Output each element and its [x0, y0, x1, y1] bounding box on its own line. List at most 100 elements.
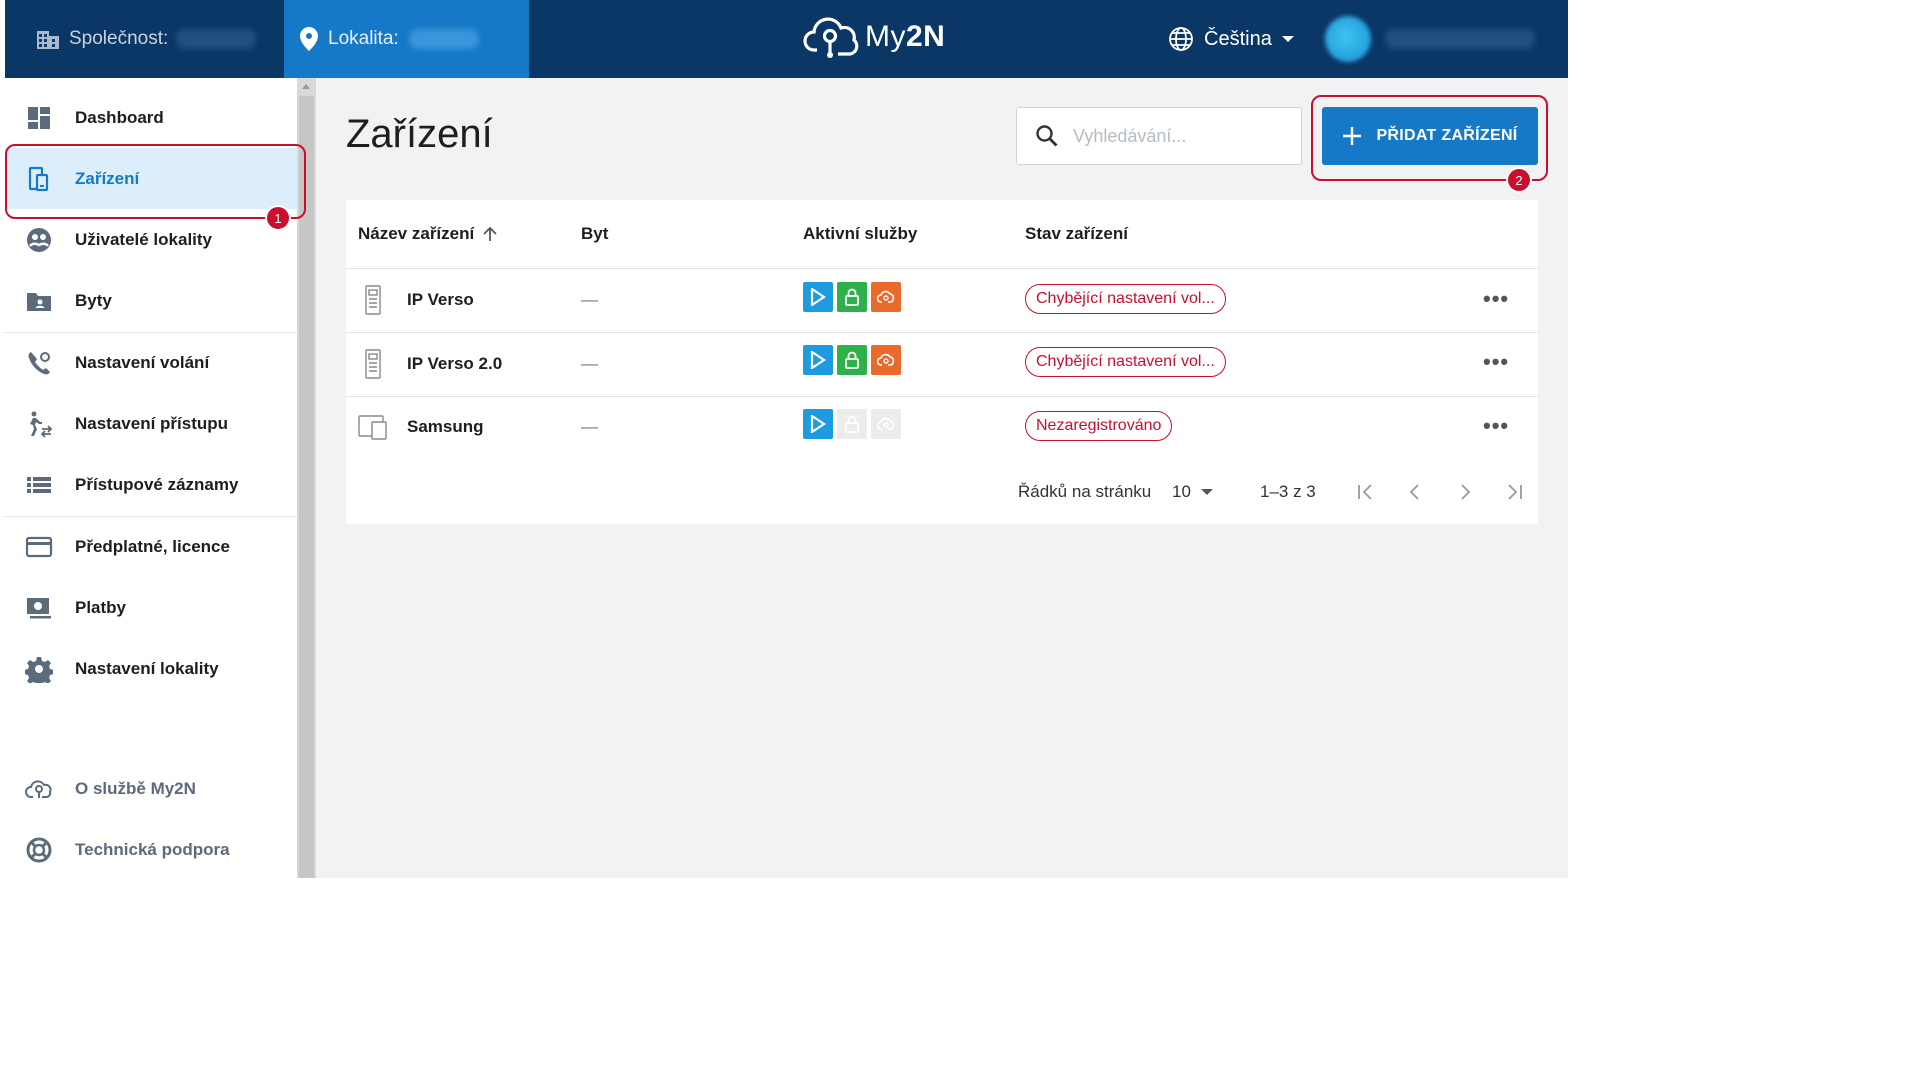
row-more-icon[interactable]: ••• [1483, 349, 1509, 375]
column-header-status[interactable]: Stav zařízení [1025, 200, 1128, 268]
mobile-video-service-icon[interactable] [803, 409, 833, 439]
sidebar-item-label: Nastavení přístupu [75, 413, 229, 433]
location-label: Lokalita: [328, 28, 399, 49]
devices-table: Název zařízení Byt Aktivní služby Stav z… [346, 200, 1538, 524]
sidebar-item-about-my2n[interactable]: O službě My2N [5, 758, 297, 819]
status-badge[interactable]: Chybějící nastavení vol... [1025, 347, 1226, 377]
dashboard-icon [28, 106, 50, 129]
prev-page-icon[interactable] [1408, 474, 1422, 510]
scroll-up-icon[interactable] [302, 84, 310, 89]
device-name[interactable]: IP Verso [407, 290, 474, 310]
location-name-blurred [408, 29, 479, 49]
logo-text: My2N [865, 20, 946, 53]
annotation-highlight-1 [5, 144, 306, 219]
divider [346, 268, 1538, 269]
sidebar-item-payments[interactable]: Platby [5, 577, 297, 638]
status-badge[interactable]: Chybějící nastavení vol... [1025, 284, 1226, 314]
cloud-service-icon[interactable] [871, 345, 901, 375]
company-label: Společnost: [69, 28, 169, 49]
location-selector[interactable]: Lokalita: [284, 0, 529, 78]
sidebar-item-label: Nastavení volání [75, 352, 210, 372]
column-header-services[interactable]: Aktivní služby [803, 200, 917, 268]
language-label: Čeština [1204, 27, 1272, 50]
active-services [803, 409, 905, 439]
next-page-icon[interactable] [1458, 474, 1472, 510]
status-badge[interactable]: Nezaregistrováno [1025, 411, 1173, 441]
lock-service-icon[interactable] [837, 282, 867, 312]
search-field[interactable] [1016, 107, 1302, 165]
access-icon [30, 411, 53, 438]
sidebar-item-access-logs[interactable]: Přístupové záznamy [5, 454, 297, 515]
support-icon [26, 837, 52, 862]
last-page-icon[interactable] [1504, 474, 1524, 510]
phone-settings-icon [28, 351, 50, 374]
device-apartment: — [581, 417, 598, 436]
avatar [1325, 16, 1371, 62]
divider [346, 396, 1538, 397]
cloud-service-icon[interactable] [871, 282, 901, 312]
payment-icon [27, 597, 51, 618]
device-apartment: — [581, 354, 598, 373]
sidebar-item-call-settings[interactable]: Nastavení volání [5, 332, 297, 393]
sidebar-item-label: Přístupové záznamy [75, 474, 239, 494]
sort-ascending-icon [483, 226, 497, 241]
sidebar-item-label: Byty [75, 290, 112, 310]
globe-icon [1169, 27, 1193, 51]
row-more-icon[interactable]: ••• [1483, 413, 1509, 439]
card-icon [25, 536, 53, 557]
users-icon [27, 227, 51, 252]
sidebar-item-dashboard[interactable]: Dashboard [5, 87, 297, 148]
sidebar-item-site-settings[interactable]: Nastavení lokality [5, 638, 297, 699]
first-page-icon[interactable] [1356, 474, 1376, 510]
cloud-logo-icon [803, 17, 859, 58]
intercom-device-icon [363, 349, 383, 379]
language-selector[interactable]: Čeština [1168, 0, 1294, 78]
user-name-blurred [1385, 29, 1535, 49]
device-name[interactable]: Samsung [407, 417, 484, 437]
top-bar: Společnost: Lokalita: My2N Čeština [5, 0, 1568, 78]
sidebar-item-label: Uživatelé lokality [75, 229, 213, 249]
sidebar-item-label: Nastavení lokality [75, 658, 219, 678]
device-name[interactable]: IP Verso 2.0 [407, 354, 502, 374]
rows-per-page-label: Řádků na stránku [1018, 482, 1152, 501]
folder-icon [27, 292, 51, 311]
search-icon [1036, 125, 1058, 147]
company-selector[interactable]: Společnost: [35, 0, 257, 78]
sidebar-item-label: Dashboard [75, 107, 164, 127]
divider [346, 332, 1538, 333]
tablet-device-icon [358, 414, 388, 440]
annotation-badge-1: 1 [265, 205, 291, 231]
active-services [803, 345, 905, 375]
sidebar-item-label: Platby [75, 597, 127, 617]
cloud-service-icon[interactable] [871, 409, 901, 439]
building-icon [37, 31, 59, 49]
chevron-down-icon [1200, 489, 1213, 495]
lock-service-icon[interactable] [837, 409, 867, 439]
sidebar-item-tech-support[interactable]: Technická podpora [5, 819, 297, 880]
row-more-icon[interactable]: ••• [1483, 286, 1509, 312]
mobile-video-service-icon[interactable] [803, 282, 833, 312]
user-menu[interactable] [1325, 0, 1535, 78]
my2n-logo[interactable]: My2N [803, 14, 945, 60]
rows-per-page-select[interactable]: 10 [1172, 474, 1213, 510]
device-apartment: — [581, 290, 598, 309]
sidebar-item-apartments[interactable]: Byty [5, 270, 297, 331]
page-title: Zařízení [346, 112, 493, 156]
lock-service-icon[interactable] [837, 345, 867, 375]
sidebar-item-label: Technická podpora [75, 839, 230, 859]
sidebar-item-subscription[interactable]: Předplatné, licence [5, 516, 297, 577]
list-icon [27, 476, 51, 493]
intercom-device-icon [363, 285, 383, 315]
sidebar-item-access-settings[interactable]: Nastavení přístupu [5, 393, 297, 454]
column-header-apartment[interactable]: Byt [581, 200, 608, 268]
annotation-badge-2: 2 [1506, 167, 1532, 193]
gear-icon [25, 656, 53, 683]
column-header-name[interactable]: Název zařízení [358, 200, 498, 268]
map-pin-icon [300, 27, 318, 51]
mobile-video-service-icon[interactable] [803, 345, 833, 375]
search-input[interactable] [1073, 125, 1293, 147]
cloud-icon [25, 779, 52, 798]
sidebar-item-label: O službě My2N [75, 778, 196, 798]
company-name-blurred [176, 29, 257, 49]
main-content: Zařízení PŘIDAT ZAŘÍZENÍ Název zařízení … [316, 78, 1568, 878]
